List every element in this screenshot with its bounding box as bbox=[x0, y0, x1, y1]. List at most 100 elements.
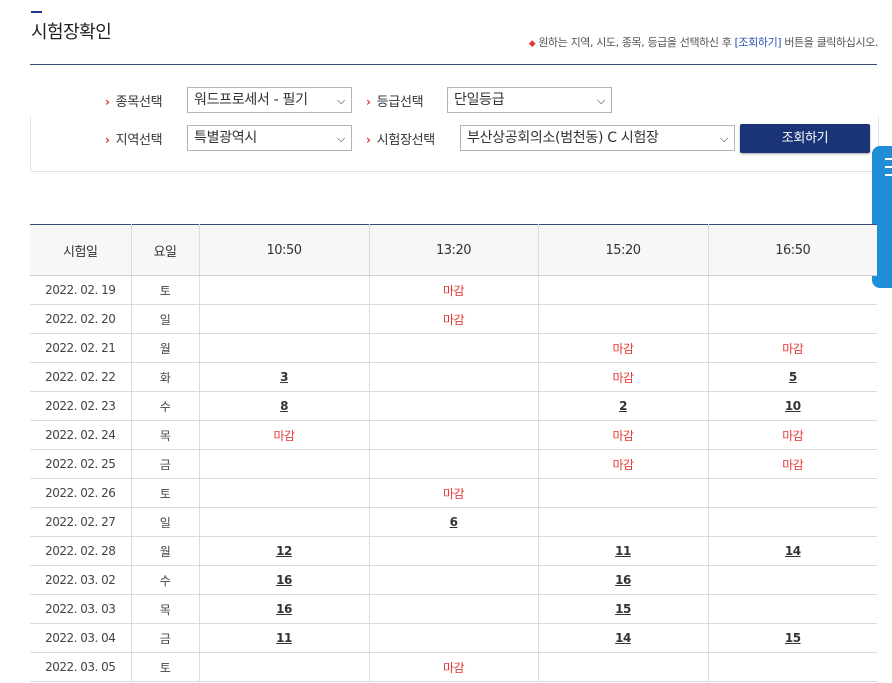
exam-date-cell: 2022. 03. 04 bbox=[30, 623, 132, 653]
empty-slot-cell bbox=[369, 594, 539, 624]
table-row: 2022. 02. 28 월 12 11 14 bbox=[30, 536, 877, 566]
empty-slot-cell bbox=[199, 478, 370, 508]
exam-date-cell: 2022. 02. 23 bbox=[30, 391, 132, 421]
empty-slot-cell bbox=[369, 623, 539, 653]
empty-slot-cell bbox=[538, 275, 709, 305]
closed-status: 마감 bbox=[708, 449, 877, 479]
empty-slot-cell bbox=[369, 420, 539, 450]
column-header: 13:20 bbox=[369, 224, 539, 276]
empty-slot-cell bbox=[199, 275, 370, 305]
closed-status: 마감 bbox=[708, 420, 877, 450]
column-header: 15:20 bbox=[538, 224, 709, 276]
empty-slot-cell bbox=[199, 449, 370, 479]
exam-date-cell: 2022. 02. 26 bbox=[30, 478, 132, 508]
title-divider bbox=[30, 64, 877, 65]
weekday-cell: 월 bbox=[131, 333, 200, 363]
available-seats-link[interactable]: 8 bbox=[199, 391, 370, 421]
column-header: 10:50 bbox=[199, 224, 370, 276]
exam-date-cell: 2022. 02. 25 bbox=[30, 449, 132, 479]
exam-schedule-table: 시험일 요일 10:50 13:20 15:20 16:50 2022. 02. 19 토 마… bbox=[30, 224, 877, 682]
subject-select[interactable]: 워드프로세서 - 필기 ⌵ bbox=[187, 87, 352, 113]
closed-status: 마감 bbox=[538, 449, 709, 479]
search-button[interactable]: 조회하기 bbox=[740, 124, 870, 153]
weekday-cell: 금 bbox=[131, 623, 200, 653]
exam-date-cell: 2022. 02. 20 bbox=[30, 304, 132, 334]
available-seats-link[interactable]: 5 bbox=[708, 362, 877, 392]
weekday-cell: 화 bbox=[131, 362, 200, 392]
chevron-down-icon: ⌵ bbox=[719, 132, 728, 145]
empty-slot-cell bbox=[369, 449, 539, 479]
available-seats-link[interactable]: 14 bbox=[708, 536, 877, 566]
weekday-cell: 토 bbox=[131, 275, 200, 305]
available-seats-link[interactable]: 12 bbox=[199, 536, 370, 566]
available-seats-link[interactable]: 16 bbox=[199, 565, 370, 595]
diamond-bullet-icon: ◆ bbox=[528, 39, 536, 49]
weekday-cell: 수 bbox=[131, 565, 200, 595]
closed-status: 마감 bbox=[369, 275, 539, 305]
chevron-down-icon: ⌵ bbox=[336, 94, 345, 107]
region-select[interactable]: 특별광역시 ⌵ bbox=[187, 125, 352, 151]
weekday-cell: 토 bbox=[131, 478, 200, 508]
available-seats-link[interactable]: 16 bbox=[538, 565, 709, 595]
center-select-value: 부산상공회의소(범천동) C 시험장 bbox=[467, 130, 659, 146]
exam-date-cell: 2022. 03. 05 bbox=[30, 652, 132, 682]
available-seats-link[interactable]: 15 bbox=[708, 623, 877, 653]
empty-slot-cell bbox=[708, 304, 877, 334]
center-select[interactable]: 부산상공회의소(범천동) C 시험장 ⌵ bbox=[460, 125, 735, 151]
exam-date-cell: 2022. 02. 28 bbox=[30, 536, 132, 566]
empty-slot-cell bbox=[708, 275, 877, 305]
available-seats-link[interactable]: 11 bbox=[538, 536, 709, 566]
menu-icon bbox=[885, 158, 892, 160]
weekday-cell: 월 bbox=[131, 536, 200, 566]
weekday-cell: 토 bbox=[131, 652, 200, 682]
chevron-down-icon: ⌵ bbox=[336, 132, 345, 145]
available-seats-link[interactable]: 2 bbox=[538, 391, 709, 421]
exam-date-cell: 2022. 02. 19 bbox=[30, 275, 132, 305]
available-seats-link[interactable]: 3 bbox=[199, 362, 370, 392]
empty-slot-cell bbox=[199, 333, 370, 363]
chevron-right-icon: › bbox=[105, 133, 110, 147]
table-row: 2022. 02. 24 목 마감 마감 마감 bbox=[30, 420, 877, 450]
chevron-right-icon: › bbox=[105, 95, 110, 109]
table-row: 2022. 03. 04 금 11 14 15 bbox=[30, 623, 877, 653]
weekday-cell: 수 bbox=[131, 391, 200, 421]
available-seats-link[interactable]: 6 bbox=[369, 507, 539, 537]
closed-status: 마감 bbox=[538, 362, 709, 392]
chevron-down-icon: ⌵ bbox=[596, 94, 605, 107]
table-row: 2022. 02. 25 금 마감 마감 bbox=[30, 449, 877, 479]
available-seats-link[interactable]: 15 bbox=[538, 594, 709, 624]
notice-text-post: 버튼을 클릭하십시오. bbox=[784, 36, 878, 49]
empty-slot-cell bbox=[708, 594, 877, 624]
closed-status: 마감 bbox=[369, 304, 539, 334]
available-seats-link[interactable]: 10 bbox=[708, 391, 877, 421]
exam-date-cell: 2022. 03. 03 bbox=[30, 594, 132, 624]
empty-slot-cell bbox=[369, 333, 539, 363]
empty-slot-cell bbox=[199, 304, 370, 334]
weekday-cell: 금 bbox=[131, 449, 200, 479]
exam-date-cell: 2022. 02. 24 bbox=[30, 420, 132, 450]
empty-slot-cell bbox=[199, 507, 370, 537]
table-row: 2022. 02. 20 일 마감 bbox=[30, 304, 877, 334]
table-row: 2022. 02. 23 수 8 2 10 bbox=[30, 391, 877, 421]
weekday-cell: 일 bbox=[131, 304, 200, 334]
available-seats-link[interactable]: 11 bbox=[199, 623, 370, 653]
empty-slot-cell bbox=[199, 652, 370, 682]
empty-slot-cell bbox=[538, 507, 709, 537]
empty-slot-cell bbox=[708, 507, 877, 537]
notice-text-pre: 원하는 지역, 시도, 종목, 등급을 선택하신 후 bbox=[538, 36, 732, 49]
exam-date-cell: 2022. 02. 21 bbox=[30, 333, 132, 363]
weekday-cell: 목 bbox=[131, 420, 200, 450]
closed-status: 마감 bbox=[538, 420, 709, 450]
center-label: › 시험장선택 bbox=[366, 133, 435, 148]
exam-date-cell: 2022. 03. 02 bbox=[30, 565, 132, 595]
notice-button-ref: [조회하기] bbox=[734, 36, 782, 49]
grade-select[interactable]: 단일등급 ⌵ bbox=[447, 87, 612, 113]
instruction-notice: ◆ 원하는 지역, 시도, 종목, 등급을 선택하신 후 [조회하기] 버튼을 클… bbox=[528, 34, 879, 50]
column-header: 시험일 bbox=[30, 224, 132, 276]
empty-slot-cell bbox=[369, 536, 539, 566]
table-row: 2022. 02. 26 토 마감 bbox=[30, 478, 877, 508]
available-seats-link[interactable]: 16 bbox=[199, 594, 370, 624]
subject-select-value: 워드프로세서 - 필기 bbox=[194, 92, 308, 108]
column-header: 16:50 bbox=[708, 224, 877, 276]
available-seats-link[interactable]: 14 bbox=[538, 623, 709, 653]
